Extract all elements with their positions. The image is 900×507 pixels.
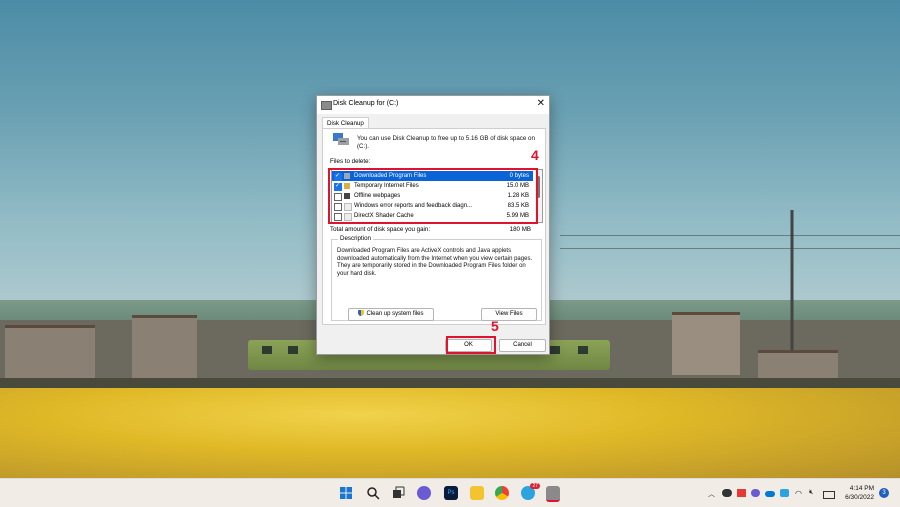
tray-app-icon[interactable]	[737, 489, 746, 497]
dialog-title: Disk Cleanup for (C:)	[333, 100, 399, 107]
battery-icon[interactable]	[823, 491, 835, 499]
button-label: Clean up system files	[366, 311, 424, 317]
file-explorer-icon[interactable]	[470, 486, 484, 500]
taskbar: Ps 27 ︿ ◠ 🔇︎ 4:14 PM 6/30/2022 3	[0, 478, 900, 507]
tray-app-icon[interactable]	[751, 489, 760, 497]
power-line	[560, 248, 900, 249]
uac-shield-icon	[358, 310, 365, 316]
title-bar[interactable]: Disk Cleanup for (C:) ✕	[317, 96, 549, 114]
clock[interactable]: 4:14 PM 6/30/2022	[845, 484, 874, 502]
step-callout-5: 5	[491, 318, 499, 334]
train-window	[288, 346, 298, 354]
building	[672, 312, 740, 375]
intro-text: You can use Disk Cleanup to free up to 5…	[357, 135, 535, 150]
drive-cleanup-icon	[333, 133, 349, 145]
wifi-icon[interactable]: ◠	[795, 489, 802, 498]
time: 4:14 PM	[849, 485, 874, 492]
task-view-icon[interactable]	[391, 486, 405, 500]
building	[132, 315, 197, 378]
chat-icon[interactable]	[417, 486, 431, 500]
train-window	[262, 346, 272, 354]
disk-cleanup-taskbar-icon[interactable]	[546, 486, 560, 502]
notification-badge[interactable]: 3	[879, 488, 889, 498]
description-label: Description	[338, 235, 373, 242]
files-to-delete-label: Files to delete:	[330, 158, 371, 165]
windows-start-icon[interactable]	[339, 486, 353, 500]
search-icon[interactable]	[366, 486, 380, 500]
highlight-ok-button	[446, 336, 496, 354]
tray-app-icon[interactable]	[780, 489, 789, 497]
highlight-files-list	[328, 168, 538, 224]
total-space-label: Total amount of disk space you gain:	[330, 226, 431, 233]
train-window	[578, 346, 588, 354]
building	[5, 325, 95, 378]
chevron-up-icon[interactable]: ︿	[708, 489, 715, 499]
speaker-muted-icon[interactable]: 🔇︎	[809, 489, 813, 497]
flower-field	[0, 388, 900, 478]
close-icon[interactable]: ✕	[537, 98, 545, 110]
photoshop-icon[interactable]: Ps	[444, 486, 458, 500]
tab-panel: You can use Disk Cleanup to free up to 5…	[322, 128, 546, 325]
tray-app-icon[interactable]	[722, 489, 732, 497]
total-space-value: 180 MB	[509, 226, 531, 233]
onedrive-icon[interactable]	[765, 491, 775, 497]
view-files-button[interactable]: View Files	[481, 308, 537, 321]
date: 6/30/2022	[845, 494, 874, 501]
clean-up-system-files-button[interactable]: Clean up system files	[348, 308, 434, 321]
building	[758, 350, 838, 378]
chrome-icon[interactable]	[495, 486, 509, 500]
power-line	[560, 235, 900, 236]
description-text: Downloaded Program Files are ActiveX con…	[337, 248, 533, 277]
disk-cleanup-dialog: Disk Cleanup for (C:) ✕ Disk Cleanup You…	[316, 95, 550, 355]
cancel-button[interactable]: Cancel	[499, 339, 546, 352]
telegram-badge: 27	[530, 483, 540, 489]
power-tower	[775, 210, 809, 350]
train-window	[550, 346, 560, 354]
step-callout-4: 4	[531, 147, 539, 163]
telegram-icon[interactable]: 27	[521, 483, 540, 500]
disk-cleanup-icon	[321, 101, 332, 110]
